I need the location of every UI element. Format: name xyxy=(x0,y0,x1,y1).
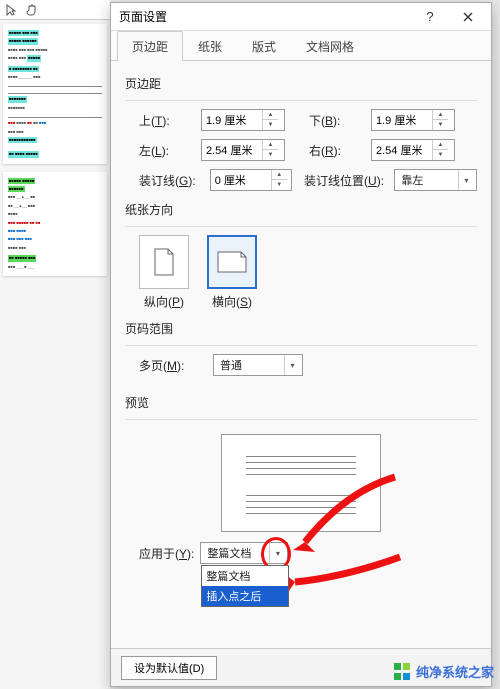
input-right[interactable] xyxy=(372,140,432,160)
label-gutter-pos: 装订线位置(U): xyxy=(304,172,394,189)
input-gutter[interactable] xyxy=(211,170,271,190)
dialog-titlebar: 页面设置 ? xyxy=(111,3,491,31)
spin-down-icon[interactable]: ▼ xyxy=(263,120,278,130)
annotation-arrow-2 xyxy=(275,552,405,602)
label-left: 左(L): xyxy=(139,142,201,159)
pages-group: 多页(M): 普通 ▾ xyxy=(125,345,477,376)
tab-grid[interactable]: 文档网格 xyxy=(291,31,369,61)
section-preview-title: 预览 xyxy=(125,394,477,411)
spinner-gutter[interactable]: ▲▼ xyxy=(210,169,293,191)
margins-group: 上(T): ▲▼ 下(B): ▲▼ 左(L): ▲▼ xyxy=(125,100,477,191)
apply-to-value: 整篇文档 xyxy=(203,545,269,561)
preview-page xyxy=(221,434,381,532)
tab-layout[interactable]: 版式 xyxy=(237,31,291,61)
document-background: ■■■■■ ■■■ ■■■ ■■■■■ ■■■■■■ ■■■■ ■■■ ■■■ … xyxy=(0,20,110,689)
apply-option-after-cursor[interactable]: 插入点之后 xyxy=(202,586,288,606)
page-setup-dialog: 页面设置 ? 页边距 纸张 版式 文档网格 页边距 上(T): ▲▼ 下(B): xyxy=(110,2,492,687)
label-multipage: 多页(M): xyxy=(139,357,213,374)
landscape-icon xyxy=(216,250,248,274)
label-right: 右(R): xyxy=(309,142,371,159)
combo-apply-to[interactable]: 整篇文档 ▾ 整篇文档 插入点之后 xyxy=(200,542,288,564)
cursor-icon[interactable] xyxy=(6,4,16,16)
hand-icon[interactable] xyxy=(26,4,38,16)
orientation-group: 纵向(P) 横向(S) xyxy=(125,226,477,310)
combo-multipage[interactable]: 普通 ▾ xyxy=(213,354,303,376)
portrait-icon xyxy=(153,247,175,277)
spinner-right[interactable]: ▲▼ xyxy=(371,139,455,161)
spinner-bottom[interactable]: ▲▼ xyxy=(371,109,455,131)
label-gutter: 装订线(G): xyxy=(139,172,210,189)
label-bottom: 下(B): xyxy=(309,112,371,129)
dialog-body: 页边距 上(T): ▲▼ 下(B): ▲▼ 左(L): ▲▼ xyxy=(111,61,491,648)
apply-to-row: 应用于(Y): 整篇文档 ▾ 整篇文档 插入点之后 xyxy=(125,542,477,564)
close-icon xyxy=(463,12,473,22)
set-default-button[interactable]: 设为默认值(D) xyxy=(121,656,217,680)
section-margins-title: 页边距 xyxy=(125,75,477,92)
input-top[interactable] xyxy=(202,110,262,130)
tab-margins[interactable]: 页边距 xyxy=(117,31,183,61)
input-bottom[interactable] xyxy=(372,110,432,130)
section-pages-title: 页码范围 xyxy=(125,320,477,337)
app-toolbar xyxy=(0,0,110,20)
combo-gutter-pos[interactable]: 靠左 ▾ xyxy=(394,169,477,191)
portrait-label: 纵向(P) xyxy=(144,293,184,310)
multipage-value: 普通 xyxy=(216,357,284,373)
input-left[interactable] xyxy=(202,140,262,160)
apply-option-whole-doc[interactable]: 整篇文档 xyxy=(202,566,288,586)
tab-paper[interactable]: 纸张 xyxy=(183,31,237,61)
chevron-down-icon: ▾ xyxy=(458,170,474,190)
dialog-footer: 设为默认值(D) xyxy=(111,648,491,686)
chevron-down-icon: ▾ xyxy=(269,543,285,563)
close-button[interactable] xyxy=(449,4,487,30)
section-orientation-title: 纸张方向 xyxy=(125,201,477,218)
chevron-down-icon: ▾ xyxy=(284,355,300,375)
spinner-left[interactable]: ▲▼ xyxy=(201,139,285,161)
orientation-landscape[interactable]: 横向(S) xyxy=(207,235,257,310)
label-top: 上(T): xyxy=(139,112,201,129)
label-apply-to: 应用于(Y): xyxy=(139,545,194,562)
orientation-portrait[interactable]: 纵向(P) xyxy=(139,235,189,310)
landscape-label: 横向(S) xyxy=(212,293,252,310)
dialog-tabs: 页边距 纸张 版式 文档网格 xyxy=(111,31,491,61)
spin-up-icon[interactable]: ▲ xyxy=(263,110,278,120)
apply-to-dropdown: 整篇文档 插入点之后 xyxy=(201,565,289,607)
dialog-title: 页面设置 xyxy=(115,8,411,25)
preview-group xyxy=(125,419,477,532)
gutter-pos-value: 靠左 xyxy=(397,172,458,188)
help-button[interactable]: ? xyxy=(411,4,449,30)
spinner-top[interactable]: ▲▼ xyxy=(201,109,285,131)
